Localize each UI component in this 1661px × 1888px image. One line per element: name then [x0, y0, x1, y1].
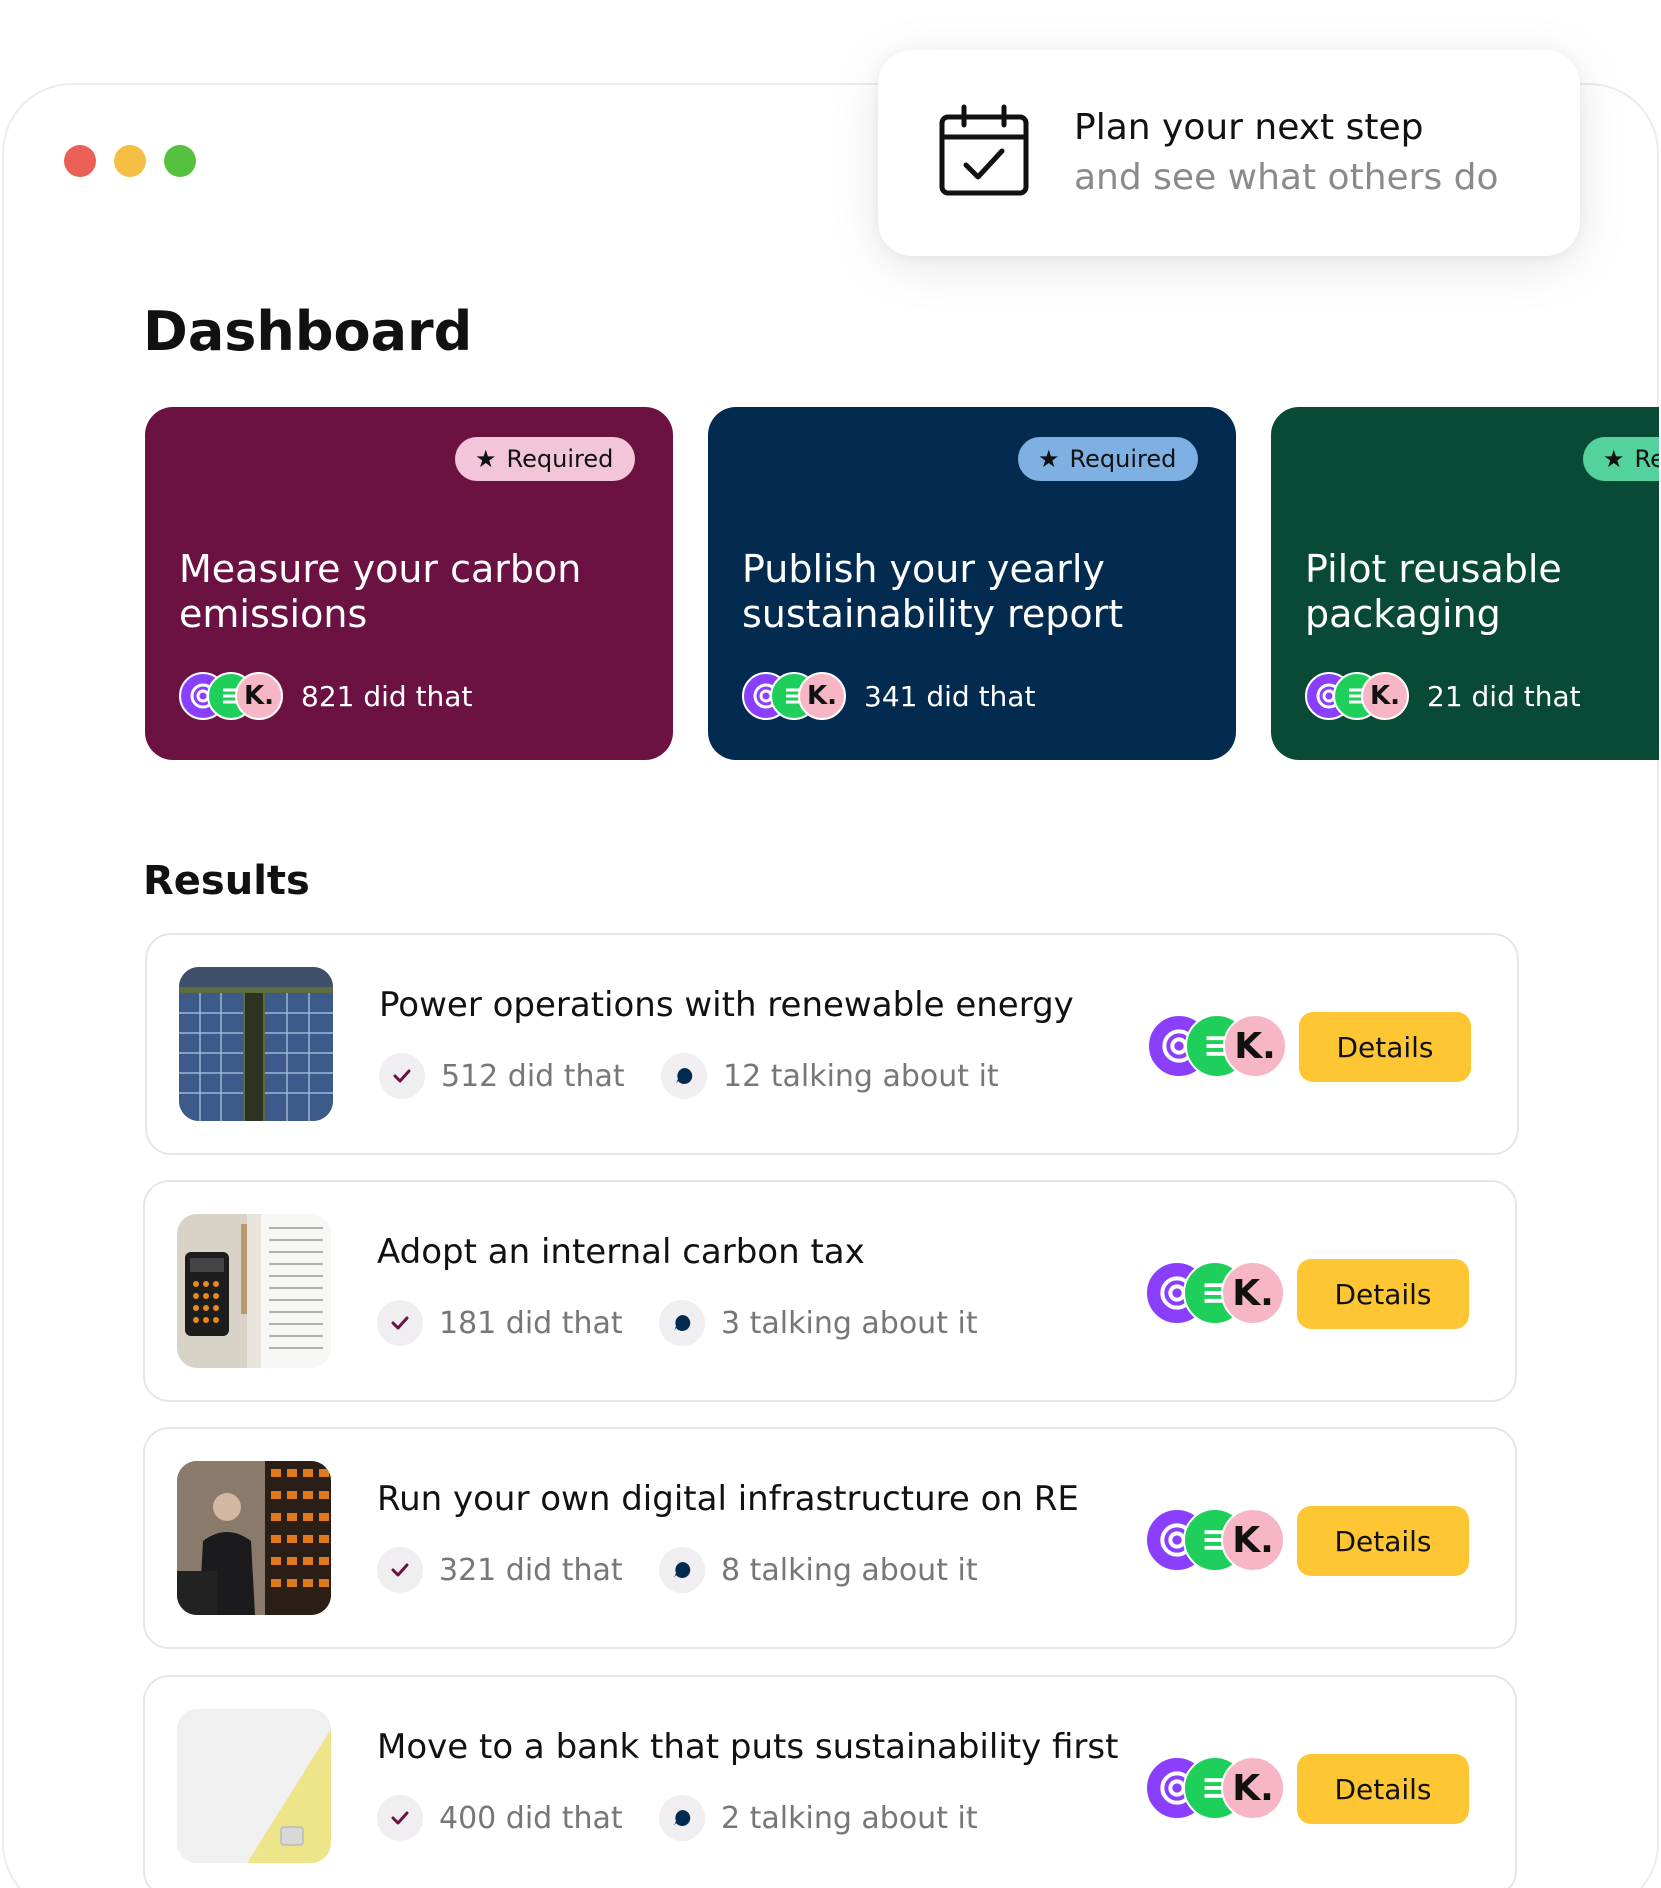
- result-title: Adopt an internal carbon tax: [377, 1232, 865, 1272]
- window-controls: [64, 145, 196, 177]
- chat-bubble-icon: [661, 1053, 707, 1099]
- card-title: Measure your carbon emissions: [179, 547, 582, 636]
- did-that-count: 512 did that: [441, 1058, 625, 1094]
- plan-next-step-popup[interactable]: Plan your next step and see what others …: [878, 50, 1580, 256]
- avatar-k-icon: K.: [1221, 1756, 1285, 1820]
- check-icon: [377, 1300, 423, 1346]
- talking-count: 2 talking about it: [721, 1800, 978, 1836]
- action-card[interactable]: ★ Required Publish your yearly sustainab…: [708, 407, 1236, 760]
- required-badge: ★ Required: [1018, 437, 1199, 481]
- action-card[interactable]: ★ Required Measure your carbon emissions…: [145, 407, 673, 760]
- result-row[interactable]: Run your own digital infrastructure on R…: [143, 1427, 1517, 1649]
- minimize-window-button[interactable]: [114, 145, 146, 177]
- avatar-k-icon: K.: [1221, 1508, 1285, 1572]
- badge-label: Required: [506, 445, 614, 473]
- result-row[interactable]: Power operations with renewable energy 5…: [145, 933, 1519, 1155]
- star-icon: ★: [475, 445, 497, 473]
- page-title: Dashboard: [143, 300, 473, 363]
- bank-card-image: [177, 1709, 331, 1863]
- solar-panels-image: [179, 967, 333, 1121]
- avatar-group: K.: [1305, 672, 1409, 720]
- talking-stat[interactable]: 3 talking about it: [659, 1300, 978, 1346]
- did-that-stat: 400 did that: [377, 1795, 623, 1841]
- avatar-group: K.: [179, 672, 283, 720]
- avatar-group: K.: [1147, 1014, 1287, 1078]
- did-that-stat: 512 did that: [379, 1053, 625, 1099]
- check-icon: [379, 1053, 425, 1099]
- avatar-k-icon: K.: [235, 672, 283, 720]
- results-heading: Results: [143, 858, 310, 904]
- badge-label: Required: [1069, 445, 1177, 473]
- check-icon: [377, 1795, 423, 1841]
- required-badge: ★ Re: [1583, 437, 1659, 481]
- did-that-count: 321 did that: [439, 1552, 623, 1588]
- chat-bubble-icon: [659, 1300, 705, 1346]
- talking-stat[interactable]: 12 talking about it: [661, 1053, 999, 1099]
- avatar-group: K.: [1145, 1756, 1285, 1820]
- card-title: Publish your yearly sustainability repor…: [742, 547, 1124, 636]
- talking-stat[interactable]: 8 talking about it: [659, 1547, 978, 1593]
- avatar-group: K.: [742, 672, 846, 720]
- avatar-k-icon: K.: [798, 672, 846, 720]
- badge-label: Re: [1634, 445, 1659, 473]
- result-row[interactable]: Adopt an internal carbon tax 181 did tha…: [143, 1180, 1517, 1402]
- maximize-window-button[interactable]: [164, 145, 196, 177]
- card-count: 21 did that: [1427, 679, 1581, 713]
- required-badge: ★ Required: [455, 437, 636, 481]
- details-button[interactable]: Details: [1299, 1012, 1471, 1082]
- did-that-count: 400 did that: [439, 1800, 623, 1836]
- did-that-stat: 181 did that: [377, 1300, 623, 1346]
- action-card[interactable]: ★ Re Pilot reusable packaging K. 21 did …: [1271, 407, 1659, 760]
- chat-bubble-icon: [659, 1795, 705, 1841]
- popup-subtitle: and see what others do: [1074, 157, 1499, 198]
- talking-count: 8 talking about it: [721, 1552, 978, 1588]
- talking-count: 3 talking about it: [721, 1305, 978, 1341]
- avatar-k-icon: K.: [1223, 1014, 1287, 1078]
- required-cards-carousel[interactable]: ★ Required Measure your carbon emissions…: [145, 407, 1659, 762]
- talking-stat[interactable]: 2 talking about it: [659, 1795, 978, 1841]
- result-title: Power operations with renewable energy: [379, 985, 1074, 1025]
- card-count: 341 did that: [864, 679, 1036, 713]
- avatar-k-icon: K.: [1221, 1261, 1285, 1325]
- result-row[interactable]: Move to a bank that puts sustainability …: [143, 1675, 1517, 1888]
- details-button[interactable]: Details: [1297, 1754, 1469, 1824]
- avatar-group: K.: [1145, 1261, 1285, 1325]
- star-icon: ★: [1038, 445, 1060, 473]
- popup-title: Plan your next step: [1074, 106, 1424, 148]
- star-icon: ★: [1603, 445, 1625, 473]
- result-title: Move to a bank that puts sustainability …: [377, 1727, 1119, 1767]
- chat-bubble-icon: [659, 1547, 705, 1593]
- avatar-k-icon: K.: [1361, 672, 1409, 720]
- avatar-group: K.: [1145, 1508, 1285, 1572]
- details-button[interactable]: Details: [1297, 1259, 1469, 1329]
- did-that-count: 181 did that: [439, 1305, 623, 1341]
- server-room-image: [177, 1461, 331, 1615]
- calendar-check-icon: [936, 103, 1032, 203]
- card-count: 821 did that: [301, 679, 473, 713]
- check-icon: [377, 1547, 423, 1593]
- result-title: Run your own digital infrastructure on R…: [377, 1479, 1079, 1519]
- close-window-button[interactable]: [64, 145, 96, 177]
- did-that-stat: 321 did that: [377, 1547, 623, 1593]
- talking-count: 12 talking about it: [723, 1058, 999, 1094]
- card-title: Pilot reusable packaging: [1305, 547, 1562, 636]
- details-button[interactable]: Details: [1297, 1506, 1469, 1576]
- calculator-tax-form-image: [177, 1214, 331, 1368]
